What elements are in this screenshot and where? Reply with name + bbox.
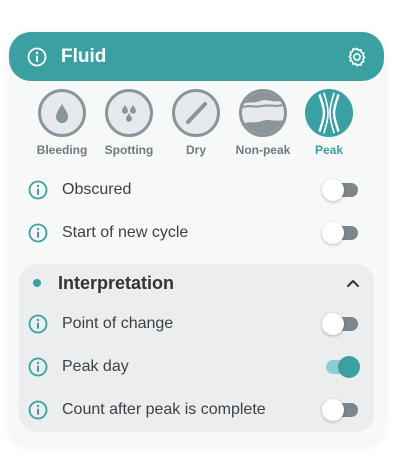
bullet-dot-icon bbox=[33, 279, 41, 287]
info-icon[interactable] bbox=[28, 314, 48, 334]
option-label: Count after peak is complete bbox=[62, 401, 266, 418]
drop-icon bbox=[38, 89, 86, 137]
point-of-change-toggle[interactable] bbox=[322, 313, 360, 335]
fluid-type-label: Bleeding bbox=[36, 143, 88, 157]
interp-count-after-peak: Count after peak is complete bbox=[19, 390, 374, 430]
info-icon[interactable] bbox=[27, 47, 47, 67]
info-icon[interactable] bbox=[28, 400, 48, 420]
interpretation-title: Interpretation bbox=[58, 272, 175, 293]
info-icon[interactable] bbox=[28, 223, 48, 243]
peak-icon bbox=[305, 89, 353, 137]
option-start-of-new-cycle: Start of new cycle bbox=[9, 213, 384, 253]
fluid-type-bleeding[interactable]: Bleeding bbox=[27, 89, 97, 157]
fluid-card: Fluid Bleeding Spotting Dry Non-peak Pea… bbox=[9, 32, 384, 444]
spotting-icon bbox=[105, 89, 153, 137]
fluid-type-label: Spotting bbox=[104, 143, 154, 157]
interpretation-header[interactable]: Interpretation bbox=[19, 264, 374, 302]
obscured-toggle[interactable] bbox=[322, 179, 360, 201]
fluid-type-peak[interactable]: Peak bbox=[294, 89, 364, 157]
fluid-type-label: Non-peak bbox=[235, 143, 291, 157]
interp-point-of-change: Point of change bbox=[19, 304, 374, 344]
fluid-type-dry[interactable]: Dry bbox=[161, 89, 231, 157]
fluid-type-label: Peak bbox=[314, 143, 344, 157]
card-title: Fluid bbox=[61, 45, 107, 67]
dry-slash-icon bbox=[172, 89, 220, 137]
info-icon[interactable] bbox=[28, 180, 48, 200]
option-obscured: Obscured bbox=[9, 170, 384, 210]
option-label: Obscured bbox=[62, 181, 132, 198]
fluid-type-label: Dry bbox=[185, 143, 206, 157]
fluid-type-spotting[interactable]: Spotting bbox=[94, 89, 164, 157]
non-peak-icon bbox=[239, 89, 287, 137]
interpretation-section: Interpretation Point of change Peak day bbox=[19, 264, 374, 432]
gear-icon[interactable] bbox=[346, 46, 368, 68]
option-label: Peak day bbox=[62, 358, 129, 375]
fluid-type-non-peak[interactable]: Non-peak bbox=[228, 89, 298, 157]
start-of-new-cycle-toggle[interactable] bbox=[322, 222, 360, 244]
interp-peak-day: Peak day bbox=[19, 347, 374, 387]
option-label: Point of change bbox=[62, 315, 174, 332]
option-label: Start of new cycle bbox=[62, 224, 189, 241]
info-icon[interactable] bbox=[28, 357, 48, 377]
chevron-up-icon[interactable] bbox=[346, 278, 360, 288]
count-after-peak-toggle[interactable] bbox=[322, 399, 360, 421]
fluid-type-selector: Bleeding Spotting Dry Non-peak Peak bbox=[9, 89, 384, 161]
card-header: Fluid bbox=[9, 32, 384, 81]
peak-day-toggle[interactable] bbox=[322, 356, 360, 378]
